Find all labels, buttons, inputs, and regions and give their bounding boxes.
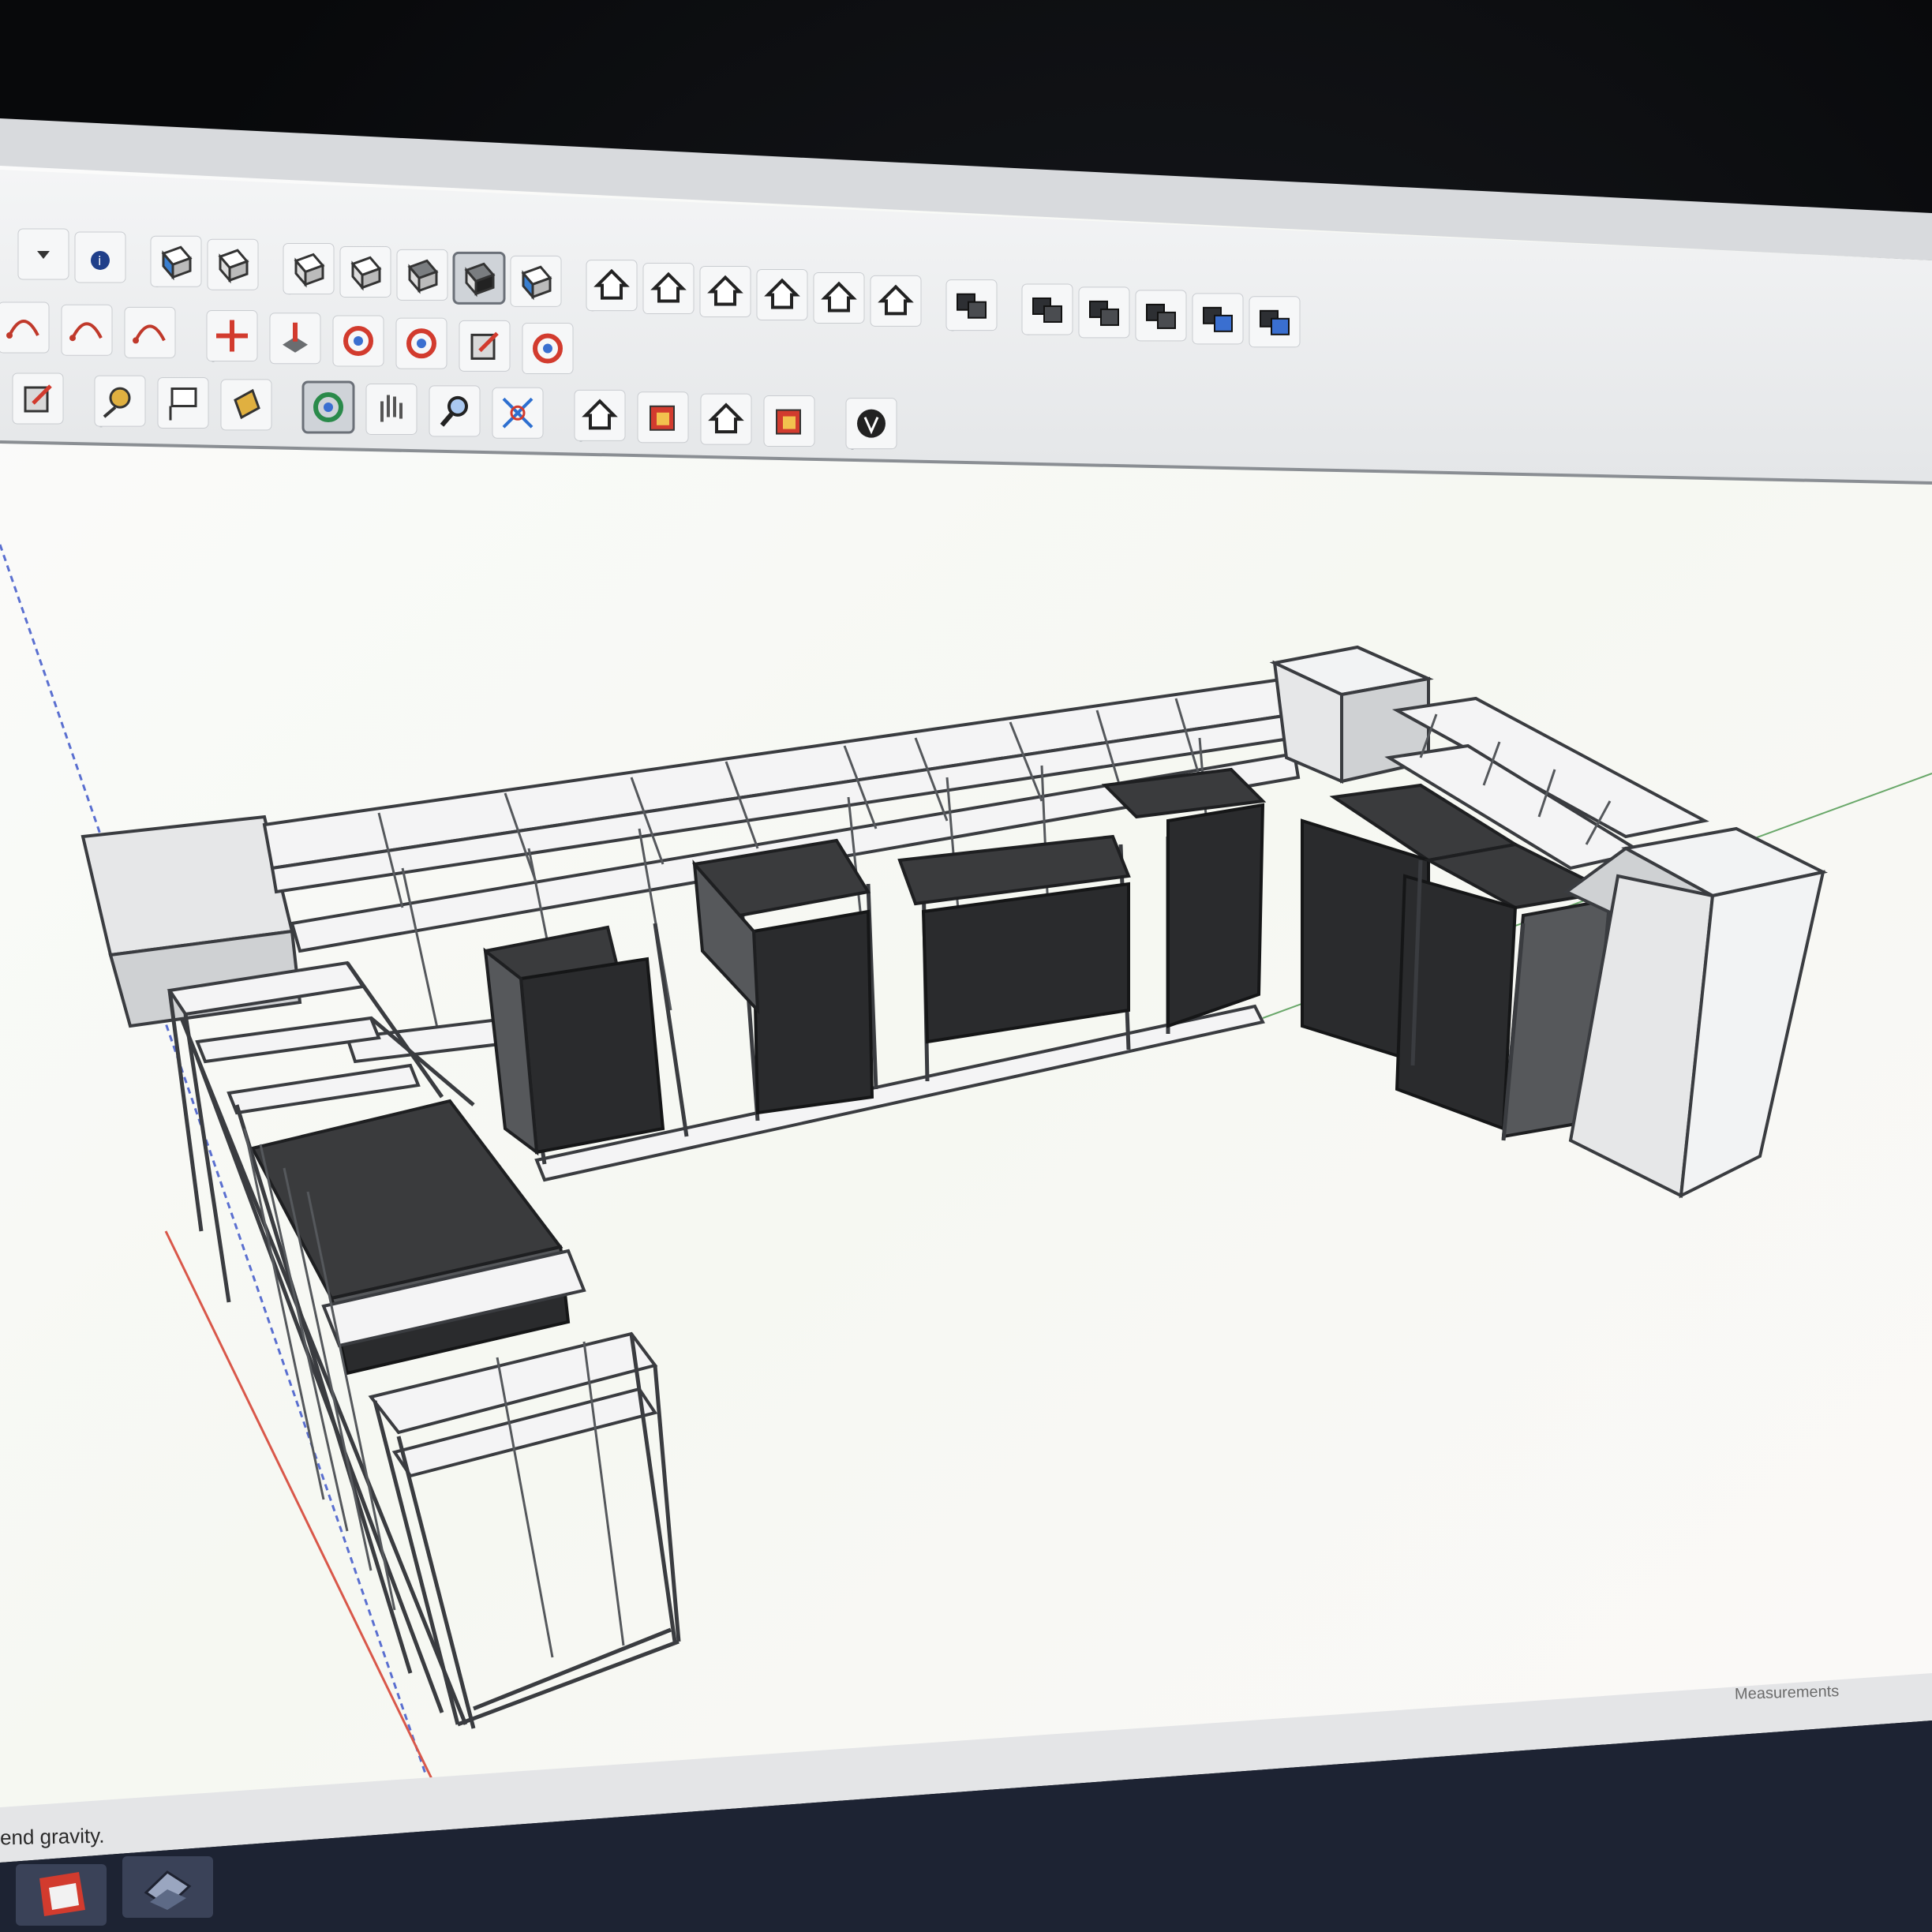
- send-to-layout-button[interactable]: [763, 395, 815, 447]
- intersect-button[interactable]: [1192, 293, 1244, 345]
- send-to-layout-icon: [776, 409, 801, 435]
- arc-button[interactable]: [0, 301, 50, 354]
- extension-warehouse-button[interactable]: [700, 393, 752, 445]
- subtract-button[interactable]: [1078, 286, 1130, 339]
- rotate-button[interactable]: [332, 315, 384, 367]
- monitor-bezel: i end gravity. Measurements: [0, 0, 1932, 1932]
- move-button[interactable]: [206, 310, 258, 362]
- hidden-line-style-button[interactable]: [339, 245, 391, 298]
- iso-view-button[interactable]: [586, 260, 638, 312]
- shaded-with-textures-style-button[interactable]: [452, 251, 506, 305]
- push-pull-button[interactable]: [269, 313, 321, 365]
- scale-small-icon: [24, 384, 52, 413]
- follow-me-button[interactable]: [395, 317, 447, 369]
- back-view-button[interactable]: [813, 271, 865, 324]
- tape-measure-button[interactable]: [94, 375, 146, 427]
- wireframe-style-button[interactable]: [283, 242, 335, 294]
- scale-button[interactable]: [459, 320, 511, 372]
- measurements-label: Measurements: [1734, 1683, 1840, 1703]
- orbit-button[interactable]: [301, 380, 355, 434]
- paint-bucket-button[interactable]: [220, 379, 272, 431]
- trim-button[interactable]: [1135, 290, 1187, 342]
- back-edges-style-button[interactable]: [207, 238, 259, 290]
- right-view-button[interactable]: [756, 268, 808, 320]
- offset-button[interactable]: [522, 323, 574, 375]
- share-model-icon: [650, 405, 675, 431]
- shaded-style-button[interactable]: [396, 249, 448, 301]
- dropdown-arrow-button[interactable]: [17, 228, 69, 280]
- sketchup-window: i: [0, 118, 1932, 1932]
- top-view-button[interactable]: [642, 263, 695, 315]
- front-view-button[interactable]: [699, 266, 751, 318]
- v-ray-icon: [857, 409, 886, 438]
- pan-button[interactable]: [365, 383, 417, 435]
- sketchup-app-icon: [39, 1872, 85, 1916]
- monochrome-style-button[interactable]: [510, 255, 562, 307]
- zoom-button[interactable]: [429, 385, 481, 437]
- split-button[interactable]: [1249, 296, 1301, 348]
- svg-text:i: i: [98, 253, 101, 268]
- warehouse-button[interactable]: [574, 389, 626, 441]
- pie-button[interactable]: [124, 306, 176, 358]
- share-model-button[interactable]: [637, 391, 689, 444]
- entity-info-icon: i: [91, 250, 110, 270]
- scale-small-button[interactable]: [12, 373, 64, 425]
- scale-icon: [470, 331, 499, 360]
- status-hint: end gravity.: [0, 1823, 105, 1850]
- two-point-arc-button[interactable]: [61, 304, 113, 356]
- outer-shell-button[interactable]: [945, 279, 998, 331]
- union-button[interactable]: [1021, 283, 1073, 335]
- text-label-button[interactable]: [157, 377, 209, 429]
- v-ray-button[interactable]: [845, 398, 897, 450]
- left-view-button[interactable]: [870, 275, 922, 327]
- xray-style-button[interactable]: [150, 235, 202, 287]
- zoom-extents-button[interactable]: [492, 387, 544, 439]
- entity-info-button[interactable]: i: [74, 231, 126, 283]
